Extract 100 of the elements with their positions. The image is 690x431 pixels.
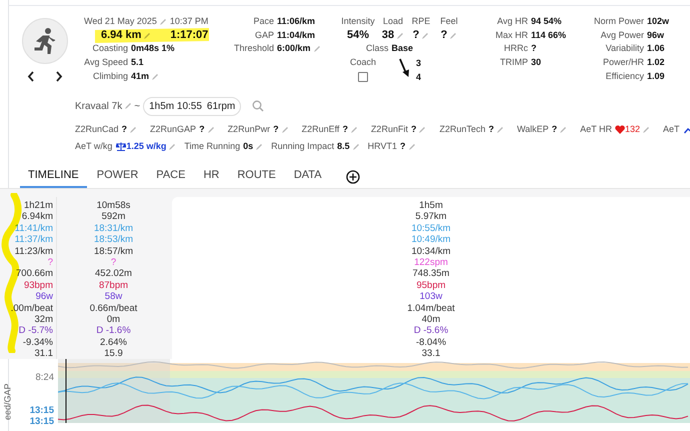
stat-value: 11:37/km [14, 234, 53, 246]
axis-tick: 13:15 [30, 415, 54, 429]
stat-value: ? [110, 257, 118, 268]
pencil-icon[interactable] [449, 32, 458, 40]
load-label: Intensity [340, 15, 376, 28]
search-icon[interactable] [252, 100, 264, 112]
stat-value: ? [46, 257, 53, 268]
stat-value: 592m [100, 211, 126, 223]
load-value: ? [440, 28, 448, 42]
stat-value: 40m [420, 314, 442, 326]
add-tab-icon[interactable] [346, 170, 360, 184]
pencil-icon[interactable] [350, 126, 358, 134]
hr-label: Avg HR [496, 15, 528, 28]
pace-label: GAP [254, 28, 274, 42]
stat-value: 0m [106, 314, 122, 326]
pencil-icon[interactable] [559, 126, 568, 134]
stat-value: 95bpm [415, 280, 447, 292]
pencil-icon[interactable] [421, 32, 430, 40]
pencil-icon[interactable] [206, 126, 215, 134]
pencil-icon[interactable] [418, 126, 426, 134]
tab[interactable]: HR [195, 165, 228, 188]
hr-value: ? [531, 42, 536, 56]
hr-label: HRRc [503, 42, 528, 56]
stat-value: 87bpm [98, 280, 130, 292]
pencil-icon[interactable] [312, 45, 321, 54]
stat-value: 58w [104, 291, 124, 303]
runner-icon [34, 28, 56, 54]
field-label: AeT HR [580, 122, 612, 136]
distance-value: 6.94 km [101, 28, 142, 42]
pencil-icon[interactable] [151, 72, 160, 81]
field-value: ? [410, 122, 416, 136]
power-value: 96w [647, 28, 664, 42]
pencil-icon[interactable] [408, 142, 416, 150]
stat-value: 5.1 [131, 56, 144, 70]
pencil-icon[interactable] [124, 102, 132, 110]
stat-value: D -5.6% [412, 325, 450, 337]
stat-value: 122spm [413, 257, 449, 268]
load-label: Feel [439, 15, 459, 28]
pencil-icon[interactable] [396, 32, 404, 40]
pencil-icon[interactable] [642, 126, 650, 134]
stat-label: Climbing [92, 70, 128, 83]
annotation-arrow [398, 58, 410, 78]
heart-icon [615, 125, 625, 134]
field-value: ? [488, 122, 494, 136]
field-label: Z2RunEff [302, 122, 340, 136]
hr-value: 94 54% [531, 15, 562, 28]
pencil-icon[interactable] [352, 142, 360, 150]
stat-value: 18:53/km [92, 234, 134, 246]
stat-value: 2.64% [99, 336, 128, 348]
power-label: Power/HR [602, 56, 644, 70]
stat-value: 0m48s 1% [131, 42, 175, 56]
coach-checkbox[interactable] [358, 72, 368, 82]
pace-label: Threshold [232, 42, 274, 56]
stat-value: 11:23/km [14, 246, 53, 258]
field-value: 1.25 w/kg [126, 140, 166, 153]
side-number: 4 [416, 70, 422, 84]
power-label: Avg Power [600, 28, 644, 42]
field-value: 8.5 [337, 140, 350, 153]
hr-label: Max HR [494, 28, 528, 42]
stat-value: 6.94km [20, 211, 53, 223]
load-value: 38 [382, 28, 394, 42]
load-label: Load [382, 15, 404, 28]
stat-label: Avg Speed [84, 56, 128, 70]
stat-value: 103w [418, 291, 444, 303]
stat-value: 41m [131, 70, 150, 83]
tab[interactable]: DATA [286, 165, 330, 188]
power-value: 102w [647, 15, 670, 28]
field-label: WalkEP [516, 122, 549, 136]
class-label: Class [366, 42, 389, 56]
field-label: AeT [663, 122, 680, 136]
hr-label: TRIMP [499, 56, 528, 70]
activity-name: Kravaal 7k [75, 100, 122, 114]
stat-value: 10:55/km [410, 222, 452, 234]
pencil-icon[interactable] [496, 126, 504, 134]
stat-value: 1h5m [418, 200, 444, 212]
axis-tick: 8:24 [36, 371, 54, 385]
pencil-icon[interactable] [255, 142, 264, 150]
field-value: ? [122, 122, 128, 136]
tilde-separator: ~ [134, 100, 140, 114]
axis-label: eed/GAP [2, 383, 14, 420]
tab[interactable]: POWER [88, 165, 146, 188]
summary-pill[interactable]: 1h5m 10:55 61rpm [143, 96, 242, 116]
pencil-icon[interactable] [168, 142, 176, 150]
stat-value: -9.34% [22, 336, 53, 348]
pencil-icon[interactable] [129, 126, 138, 134]
stat-value: 0.66m/beat [88, 302, 138, 314]
hr-value: 114 66% [531, 28, 566, 42]
field-value: ? [400, 140, 406, 153]
tab[interactable]: PACE [148, 165, 194, 188]
class-value: Base [392, 42, 414, 56]
load-value: 54% [346, 28, 370, 42]
power-label: Norm Power [592, 15, 644, 28]
pencil-icon[interactable] [280, 126, 289, 134]
power-value: 1.06 [647, 42, 665, 56]
tab[interactable]: ROUTE [229, 165, 284, 188]
stat-label: Coasting [91, 42, 128, 56]
field-label: Time Running [184, 140, 240, 153]
stat-value: D -1.6% [95, 325, 132, 337]
pace-value: 11:04/km [277, 28, 316, 42]
power-value: 1.02 [647, 56, 665, 70]
